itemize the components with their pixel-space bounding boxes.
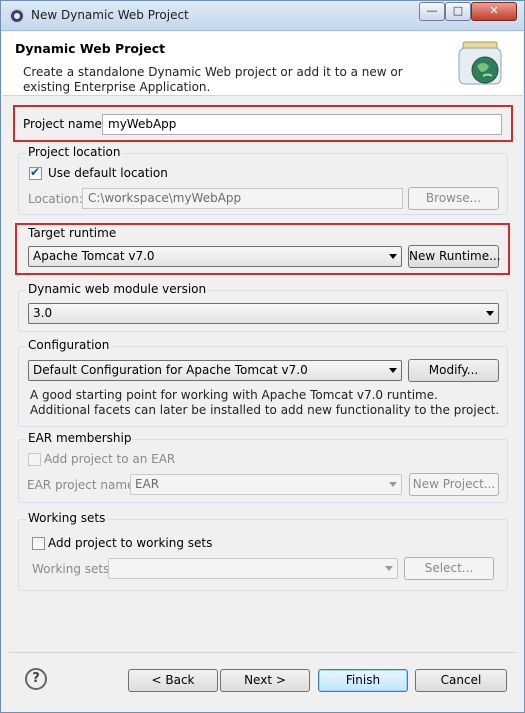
module-version-select[interactable]: 3.0 [28,303,499,324]
configuration-description: A good starting point for working with A… [30,388,500,417]
web-project-icon [458,41,502,85]
project-name-input[interactable]: myWebApp [102,114,502,135]
help-icon[interactable]: ? [25,668,47,690]
dialog-window: New Dynamic Web Project — □ ✕ Dynamic We… [0,0,525,713]
configuration-group-label: Configuration [26,338,112,352]
chevron-down-icon [385,566,393,571]
select-working-sets-button[interactable]: Select... [404,557,494,580]
maximize-button[interactable]: □ [445,2,471,21]
add-to-working-sets-label: Add project to working sets [48,536,213,550]
chevron-down-icon [486,311,494,316]
location-label: Location: [28,192,83,206]
module-version-selected: 3.0 [33,306,53,320]
configuration-selected: Default Configuration for Apache Tomcat … [33,363,308,377]
chevron-down-icon [389,254,397,259]
working-sets-group-label: Working sets [26,511,108,525]
title-bar: New Dynamic Web Project — □ ✕ [1,1,524,31]
cancel-button[interactable]: Cancel [415,669,507,692]
next-button[interactable]: Next > [220,669,310,692]
finish-button[interactable]: Finish [318,669,408,692]
target-runtime-select[interactable]: Apache Tomcat v7.0 [28,246,402,267]
back-button[interactable]: < Back [128,669,218,692]
modify-button[interactable]: Modify... [408,359,499,382]
project-name-label: Project name: [23,117,106,131]
new-ear-project-button[interactable]: New Project... [409,473,499,496]
ear-project-name-select[interactable]: EAR [130,474,402,495]
use-default-location-label: Use default location [48,166,168,180]
configuration-select[interactable]: Default Configuration for Apache Tomcat … [28,360,402,381]
footer-separator [9,652,516,653]
chevron-down-icon [389,482,397,487]
module-version-group-label: Dynamic web module version [26,282,209,296]
target-runtime-group-label: Target runtime [28,226,117,240]
new-runtime-button[interactable]: New Runtime... [408,245,501,268]
wizard-header: Dynamic Web Project Create a standalone … [2,32,523,96]
window-title: New Dynamic Web Project [31,8,189,22]
ear-project-name-value: EAR [135,477,160,491]
target-runtime-selected: Apache Tomcat v7.0 [33,249,155,263]
ear-membership-group-label: EAR membership [26,431,134,445]
chevron-down-icon [389,368,397,373]
use-default-location-checkbox[interactable] [29,165,42,180]
ear-project-name-label: EAR project name: [27,478,139,492]
working-sets-label: Working sets: [32,562,114,576]
eclipse-icon [9,8,25,24]
close-button[interactable]: ✕ [471,2,517,21]
location-input[interactable]: C:\workspace\myWebApp [82,188,403,209]
page-title: Dynamic Web Project [15,41,166,56]
working-sets-group [18,519,508,591]
project-location-group-label: Project location [26,145,123,159]
working-sets-select[interactable] [108,558,398,579]
add-to-ear-label: Add project to an EAR [44,452,176,466]
add-to-ear-checkbox[interactable] [28,453,41,466]
page-description: Create a standalone Dynamic Web project … [23,65,403,94]
minimize-button[interactable]: — [419,2,445,21]
browse-button[interactable]: Browse... [408,187,499,210]
add-to-working-sets-checkbox[interactable] [32,537,45,550]
